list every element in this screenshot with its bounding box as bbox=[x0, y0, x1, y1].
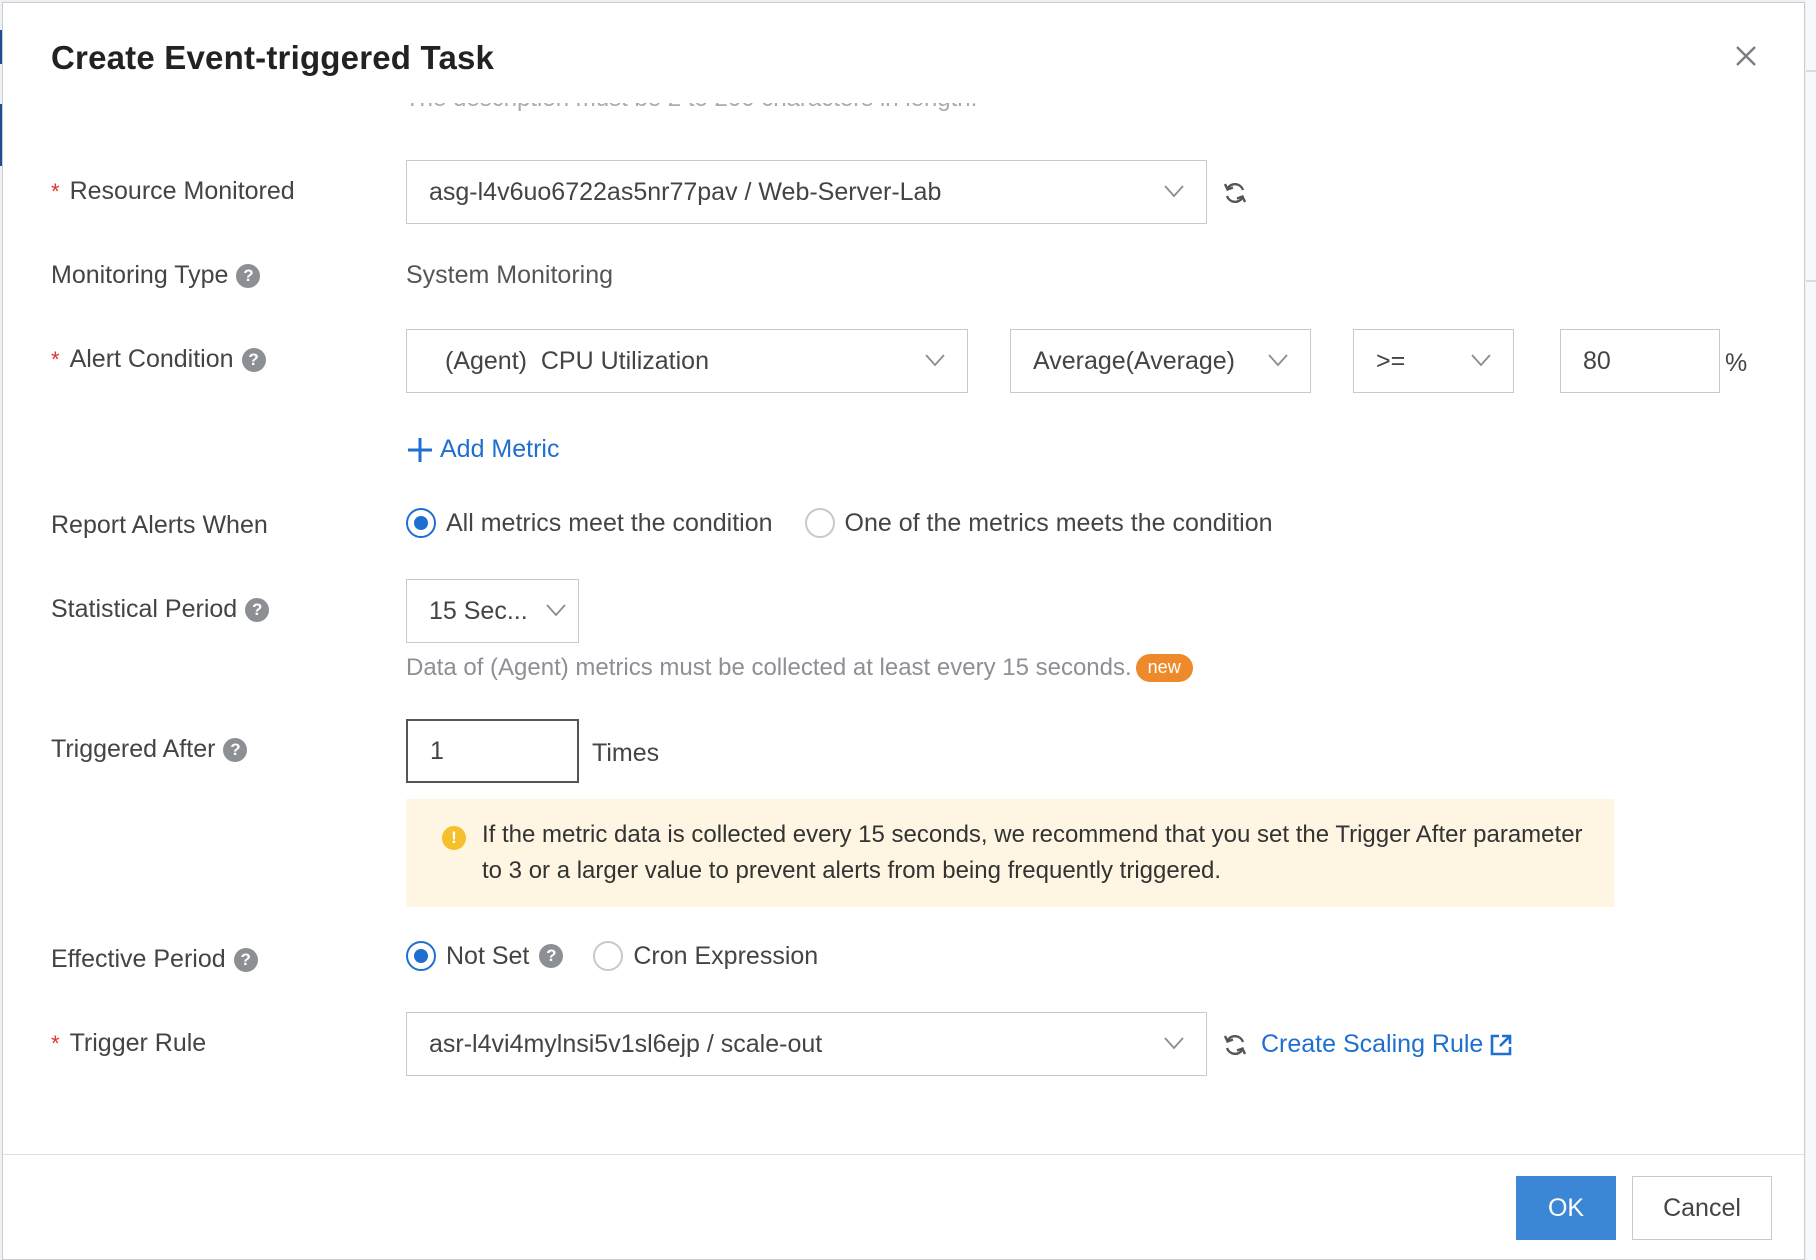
chevron-down-icon bbox=[1268, 354, 1288, 367]
radio-cron-expression[interactable]: Cron Expression bbox=[593, 941, 818, 971]
statistical-period-value: 15 Sec... bbox=[429, 596, 528, 625]
triggered-after-label-text: Triggered After bbox=[51, 735, 216, 763]
monitoring-type-label-text: Monitoring Type bbox=[51, 261, 229, 289]
statistical-period-hint-text: Data of (Agent) metrics must be collecte… bbox=[406, 654, 1132, 681]
radio-dot bbox=[406, 508, 436, 538]
chevron-down-icon bbox=[1164, 1037, 1184, 1050]
report-alerts-when-radio-group: All metrics meet the condition One of th… bbox=[406, 508, 1273, 538]
help-icon[interactable]: ? bbox=[539, 944, 564, 968]
resource-monitored-label: * Resource Monitored bbox=[51, 177, 295, 206]
trigger-rule-label-text: Trigger Rule bbox=[69, 1029, 207, 1057]
statistical-period-label: Statistical Period ? bbox=[51, 595, 270, 624]
trigger-rule-select[interactable]: asr-l4vi4mylnsi5v1sl6ejp / scale-out bbox=[406, 1012, 1207, 1076]
statistical-period-hint: Data of (Agent) metrics must be collecte… bbox=[406, 654, 1193, 682]
plus-icon bbox=[408, 437, 432, 462]
metric-value: (Agent) CPU Utilization bbox=[445, 346, 709, 375]
cancel-button[interactable]: Cancel bbox=[1632, 1176, 1772, 1240]
triggered-after-value: 1 bbox=[430, 736, 444, 765]
radio-dot bbox=[406, 941, 436, 971]
radio-one-of-metrics-label: One of the metrics meets the condition bbox=[844, 508, 1273, 537]
alert-condition-label: * Alert Condition ? bbox=[51, 345, 266, 374]
operator-select[interactable]: >= bbox=[1353, 329, 1514, 393]
report-alerts-when-label: Report Alerts When bbox=[51, 511, 268, 540]
statistical-period-select[interactable]: 15 Sec... bbox=[406, 579, 579, 643]
dialog-title: Create Event-triggered Task bbox=[51, 39, 495, 76]
statistic-select[interactable]: Average(Average) bbox=[1010, 329, 1311, 393]
scroll-clip-region: The description must be 2 to 200 charact… bbox=[3, 103, 1804, 125]
create-scaling-rule-label: Create Scaling Rule bbox=[1261, 1030, 1484, 1058]
required-marker: * bbox=[51, 1030, 60, 1056]
add-metric-label: Add Metric bbox=[440, 435, 560, 463]
trigger-after-warning: ! If the metric data is collected every … bbox=[406, 799, 1614, 907]
footer-divider bbox=[3, 1154, 1804, 1155]
help-icon[interactable]: ? bbox=[236, 263, 261, 288]
effective-period-radio-group: Not Set ? Cron Expression bbox=[406, 941, 818, 971]
resource-monitored-label-text: Resource Monitored bbox=[69, 177, 295, 205]
effective-period-label: Effective Period ? bbox=[51, 945, 258, 974]
help-icon[interactable]: ? bbox=[233, 947, 258, 972]
monitoring-type-value: System Monitoring bbox=[406, 261, 614, 289]
resource-monitored-select[interactable]: asg-l4v6uo6722as5nr77pav / Web-Server-La… bbox=[406, 160, 1207, 224]
warning-icon: ! bbox=[442, 826, 466, 850]
background-divider bbox=[1806, 70, 1816, 72]
external-link-icon bbox=[1491, 1034, 1512, 1055]
chevron-down-icon bbox=[925, 354, 945, 367]
trigger-rule-value: asr-l4vi4mylnsi5v1sl6ejp / scale-out bbox=[429, 1029, 823, 1058]
required-marker: * bbox=[51, 178, 60, 204]
required-marker: * bbox=[51, 346, 60, 372]
new-badge: new bbox=[1135, 654, 1193, 682]
refresh-icon[interactable] bbox=[1222, 180, 1248, 206]
add-metric-link[interactable]: Add Metric bbox=[406, 435, 559, 464]
chevron-down-icon bbox=[1471, 354, 1491, 367]
chevron-down-icon bbox=[1164, 185, 1184, 198]
resource-monitored-value: asg-l4v6uo6722as5nr77pav / Web-Server-La… bbox=[429, 177, 942, 206]
radio-not-set-label: Not Set bbox=[446, 941, 530, 970]
description-hint: The description must be 2 to 200 charact… bbox=[405, 103, 977, 113]
close-icon[interactable] bbox=[1731, 41, 1761, 71]
statistical-period-label-text: Statistical Period bbox=[51, 595, 238, 623]
radio-one-of-metrics[interactable]: One of the metrics meets the condition bbox=[804, 508, 1273, 538]
threshold-unit: % bbox=[1725, 349, 1748, 377]
triggered-after-label: Triggered After ? bbox=[51, 735, 248, 764]
radio-dot bbox=[804, 508, 835, 538]
threshold-value: 80 bbox=[1583, 346, 1611, 375]
refresh-icon[interactable] bbox=[1222, 1032, 1248, 1058]
statistic-value: Average(Average) bbox=[1033, 346, 1235, 375]
create-scaling-rule-link[interactable]: Create Scaling Rule bbox=[1261, 1030, 1513, 1059]
help-icon[interactable]: ? bbox=[245, 597, 270, 622]
warning-text: If the metric data is collected every 15… bbox=[482, 821, 1583, 884]
operator-value: >= bbox=[1376, 346, 1406, 375]
ok-button[interactable]: OK bbox=[1516, 1176, 1616, 1240]
radio-cron-expression-label: Cron Expression bbox=[633, 941, 819, 970]
trigger-rule-label: * Trigger Rule bbox=[51, 1029, 206, 1058]
monitoring-type-label: Monitoring Type ? bbox=[51, 261, 261, 290]
radio-all-metrics[interactable]: All metrics meet the condition bbox=[406, 508, 773, 538]
effective-period-label-text: Effective Period bbox=[51, 945, 226, 973]
triggered-after-unit: Times bbox=[592, 739, 660, 767]
background-divider bbox=[1806, 280, 1816, 282]
chevron-down-icon bbox=[546, 604, 566, 617]
background-page-edge bbox=[1806, 0, 1816, 1260]
triggered-after-input[interactable]: 1 bbox=[406, 719, 579, 783]
help-icon[interactable]: ? bbox=[241, 347, 266, 372]
create-event-triggered-task-dialog: Create Event-triggered Task The descript… bbox=[2, 2, 1805, 1260]
alert-condition-label-text: Alert Condition bbox=[69, 345, 234, 373]
report-alerts-when-label-text: Report Alerts When bbox=[51, 511, 268, 539]
threshold-input[interactable]: 80 bbox=[1560, 329, 1720, 393]
radio-not-set[interactable]: Not Set ? bbox=[406, 941, 564, 971]
help-icon[interactable]: ? bbox=[223, 737, 248, 762]
radio-all-metrics-label: All metrics meet the condition bbox=[446, 508, 773, 537]
metric-select[interactable]: (Agent) CPU Utilization bbox=[406, 329, 968, 393]
radio-dot bbox=[593, 941, 624, 971]
